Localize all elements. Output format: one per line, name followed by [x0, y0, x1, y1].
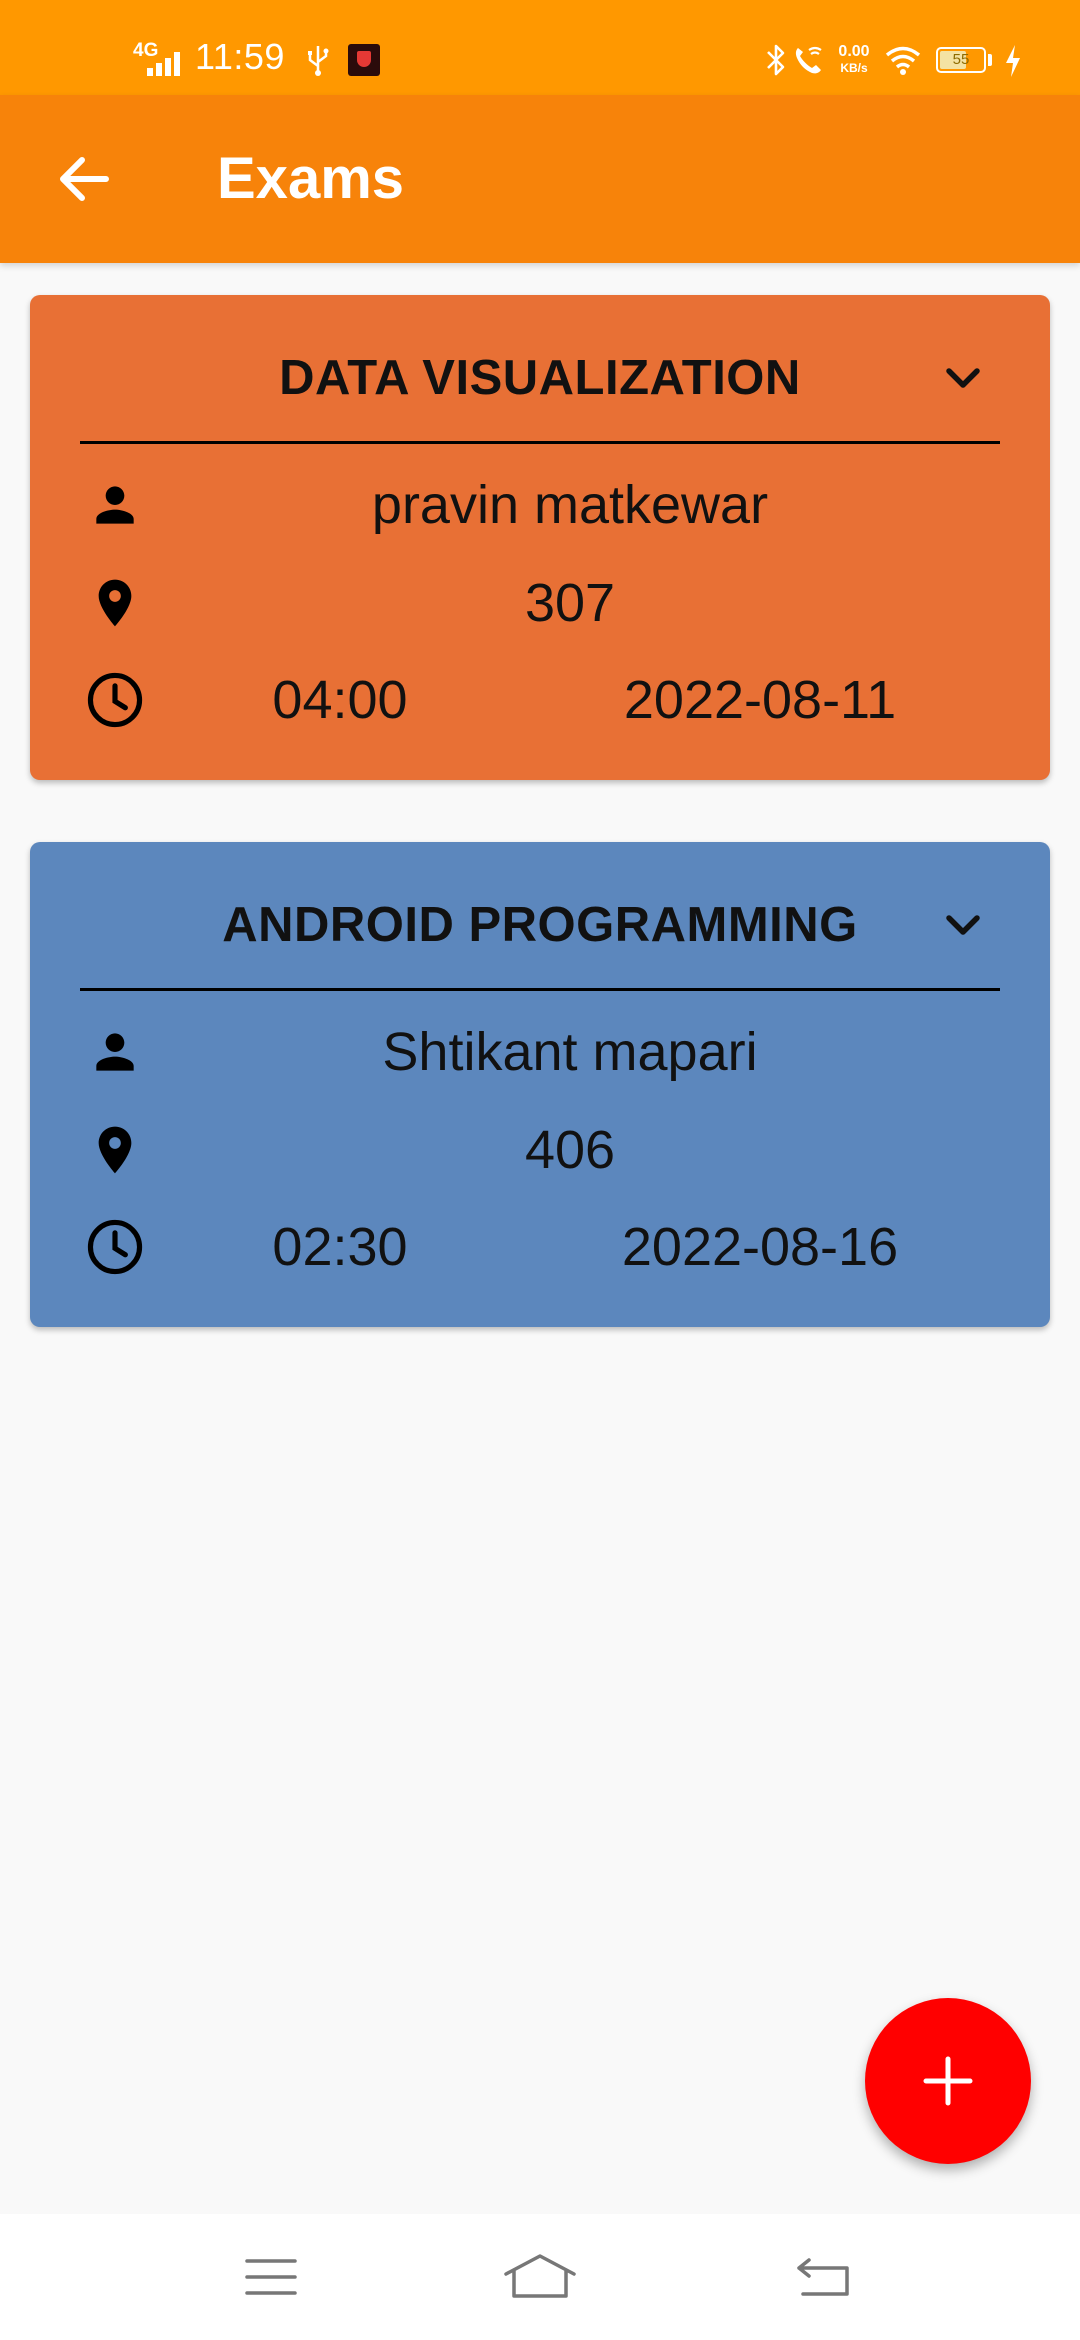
back-button[interactable]	[44, 139, 124, 219]
app-notification-icon	[348, 44, 380, 76]
battery-tip	[988, 54, 992, 66]
wifi-call-icon	[795, 46, 822, 74]
expand-button[interactable]	[930, 345, 996, 411]
add-exam-button[interactable]	[865, 1998, 1031, 2164]
home-icon	[504, 2254, 576, 2298]
card-divider	[80, 441, 1000, 444]
chevron-down-icon	[946, 915, 980, 935]
teacher-name: pravin matkewar	[371, 475, 769, 535]
location-pin-icon	[83, 1118, 147, 1182]
chevron-down-icon	[946, 368, 980, 388]
person-icon	[83, 1020, 147, 1084]
location-pin-icon	[83, 571, 147, 635]
nav-menu-button[interactable]	[226, 2242, 316, 2312]
room-number: 307	[524, 573, 616, 633]
card-header[interactable]: DATA VISUALIZATION	[30, 295, 1050, 443]
teacher-name: Shtikant mapari	[382, 1022, 758, 1082]
exam-time: 02:30	[272, 1217, 408, 1277]
clock-icon	[83, 1215, 147, 1279]
status-bar: 4G 11:59 0.00 KB/s 55	[0, 0, 1080, 95]
page-title: Exams	[217, 146, 405, 211]
exam-list: DATA VISUALIZATION pravin matkewar 307 0…	[30, 295, 1050, 1389]
system-nav-bar	[0, 2214, 1080, 2340]
expand-button[interactable]	[930, 892, 996, 958]
exam-time: 04:00	[272, 670, 408, 730]
signal-icon	[147, 52, 180, 76]
net-speed-value: 0.00	[838, 43, 870, 60]
charging-icon	[1006, 45, 1020, 77]
room-number: 406	[524, 1120, 616, 1180]
clock-icon	[83, 668, 147, 732]
exam-card[interactable]: ANDROID PROGRAMMING Shtikant mapari 406 …	[30, 842, 1050, 1327]
nav-home-button[interactable]	[495, 2242, 585, 2312]
back-icon	[797, 2258, 849, 2296]
arrow-left-icon	[60, 157, 109, 201]
status-time: 11:59	[195, 36, 285, 77]
plus-icon	[923, 2056, 973, 2106]
bluetooth-icon	[767, 44, 785, 76]
exam-date: 2022-08-11	[623, 670, 897, 730]
wifi-icon	[885, 46, 921, 75]
battery-level: 55	[952, 51, 970, 68]
card-divider	[80, 988, 1000, 991]
usb-icon	[308, 46, 329, 76]
subject-title: DATA VISUALIZATION	[279, 351, 801, 405]
nav-back-button[interactable]	[778, 2242, 868, 2312]
battery-icon: 55	[936, 47, 986, 73]
exam-card[interactable]: DATA VISUALIZATION pravin matkewar 307 0…	[30, 295, 1050, 780]
person-icon	[83, 473, 147, 537]
app-bar: Exams	[0, 95, 1080, 263]
exam-date: 2022-08-16	[621, 1217, 899, 1277]
net-speed-unit: KB/s	[840, 61, 868, 75]
card-header[interactable]: ANDROID PROGRAMMING	[30, 842, 1050, 990]
menu-icon	[245, 2259, 297, 2295]
subject-title: ANDROID PROGRAMMING	[222, 898, 858, 952]
